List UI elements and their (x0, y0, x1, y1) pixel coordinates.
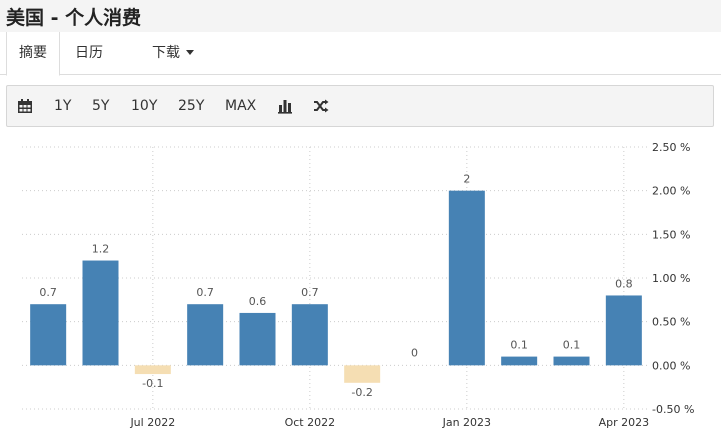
bar (82, 260, 119, 366)
bar (553, 356, 590, 366)
chart-area: 2.50 % 2.00 % 1.50 % 1.00 % 0.50 % 0.00 % -0.5… (0, 135, 721, 432)
bar (30, 304, 67, 366)
bar (344, 365, 381, 383)
range-10y-button[interactable]: 10Y (131, 86, 157, 126)
caret-down-icon (186, 49, 194, 55)
bar-value-label: 0.6 (249, 295, 267, 308)
tab-calendar[interactable]: 日历 (75, 32, 103, 75)
bar-value-label: 0.7 (196, 286, 214, 299)
x-tick-label: Oct 2022 (285, 416, 336, 429)
range-25y-button[interactable]: 25Y (178, 86, 204, 126)
bar-value-label: 0.1 (510, 339, 528, 352)
y-tick-label: 2.00 % (652, 185, 690, 198)
calendar-icon[interactable] (17, 98, 33, 114)
tab-summary[interactable]: 摘要 (6, 32, 60, 76)
bar-value-label: 2 (463, 173, 470, 186)
bar (187, 304, 224, 366)
bar-value-label: -0.1 (142, 377, 163, 390)
x-tick-label: Jan 2023 (442, 416, 491, 429)
x-tick-label: Jul 2022 (129, 416, 175, 429)
bar-value-label: 0.7 (39, 286, 57, 299)
y-tick-label: 1.00 % (652, 272, 690, 285)
x-tick-label: Apr 2023 (599, 416, 650, 429)
bar (239, 312, 276, 366)
bar (501, 356, 538, 366)
range-max-button[interactable]: MAX (225, 86, 256, 126)
title-bar: 美国 - 个人消费 (0, 0, 721, 32)
bar (448, 190, 485, 366)
tab-download-label: 下载 (152, 45, 180, 61)
y-tick-label: 2.50 % (652, 141, 690, 154)
bar (134, 365, 171, 375)
y-tick-label: 1.50 % (652, 228, 690, 241)
tab-download[interactable]: 下载 (152, 32, 194, 75)
bar-value-label: 0 (411, 346, 418, 359)
range-5y-button[interactable]: 5Y (92, 86, 109, 126)
tab-bar: 摘要 日历 下载 (0, 32, 721, 76)
bar-chart-icon[interactable] (277, 98, 293, 114)
bar-value-label: 0.8 (615, 277, 633, 290)
page-title: 美国 - 个人消费 (6, 7, 142, 29)
bar (605, 295, 642, 366)
y-tick-label: 0.00 % (652, 359, 690, 372)
bar (291, 304, 328, 366)
chart-toolbar: 1Y 5Y 10Y 25Y MAX (6, 85, 714, 127)
bar-value-label: -0.2 (351, 386, 372, 399)
y-tick-label: 0.50 % (652, 316, 690, 329)
shuffle-icon[interactable] (313, 98, 329, 114)
bar-chart: 2.50 % 2.00 % 1.50 % 1.00 % 0.50 % 0.00 % -0.5… (22, 141, 694, 429)
y-tick-label: -0.50 % (652, 403, 694, 416)
bar-value-label: 0.1 (563, 339, 581, 352)
range-1y-button[interactable]: 1Y (54, 86, 71, 126)
bar-value-label: 1.2 (92, 243, 110, 256)
bar-value-label: 0.7 (301, 286, 319, 299)
